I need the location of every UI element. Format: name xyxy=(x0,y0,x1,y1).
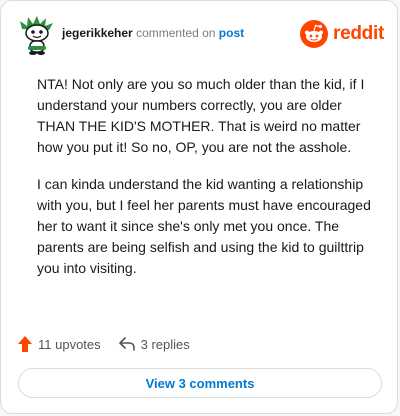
view-comments-button[interactable]: View 3 comments xyxy=(18,368,382,398)
upvote-arrow-icon xyxy=(18,336,32,352)
post-link[interactable]: post xyxy=(219,26,244,40)
upvote-count: 11 upvotes xyxy=(38,336,101,352)
comment-byline: jegerikkeher commented on post xyxy=(62,26,244,40)
reddit-brand[interactable]: reddit xyxy=(300,19,384,49)
avatar[interactable] xyxy=(18,15,56,55)
comment-header: jegerikkeher commented on post reddit xyxy=(18,15,384,55)
reddit-wordmark: reddit xyxy=(333,23,384,44)
upvote-button[interactable]: 11 upvotes xyxy=(18,336,101,352)
username-link[interactable]: jegerikkeher xyxy=(62,26,133,40)
replies-button[interactable]: 3 replies xyxy=(118,336,190,352)
comment-paragraph: NTA! Not only are you so much older than… xyxy=(37,76,365,155)
comment-card: jegerikkeher commented on post reddit NT… xyxy=(0,0,398,414)
reddit-alien-icon xyxy=(300,20,329,48)
replies-count: 3 replies xyxy=(140,336,190,352)
comment-actions: 11 upvotes 3 replies xyxy=(18,334,190,354)
reply-arrow-icon xyxy=(118,337,135,351)
commented-on-text: commented on xyxy=(136,26,216,40)
comment-paragraph: I can kinda understand the kid wanting a… xyxy=(37,176,371,276)
comment-body: NTA! Not only are you so much older than… xyxy=(37,74,382,295)
